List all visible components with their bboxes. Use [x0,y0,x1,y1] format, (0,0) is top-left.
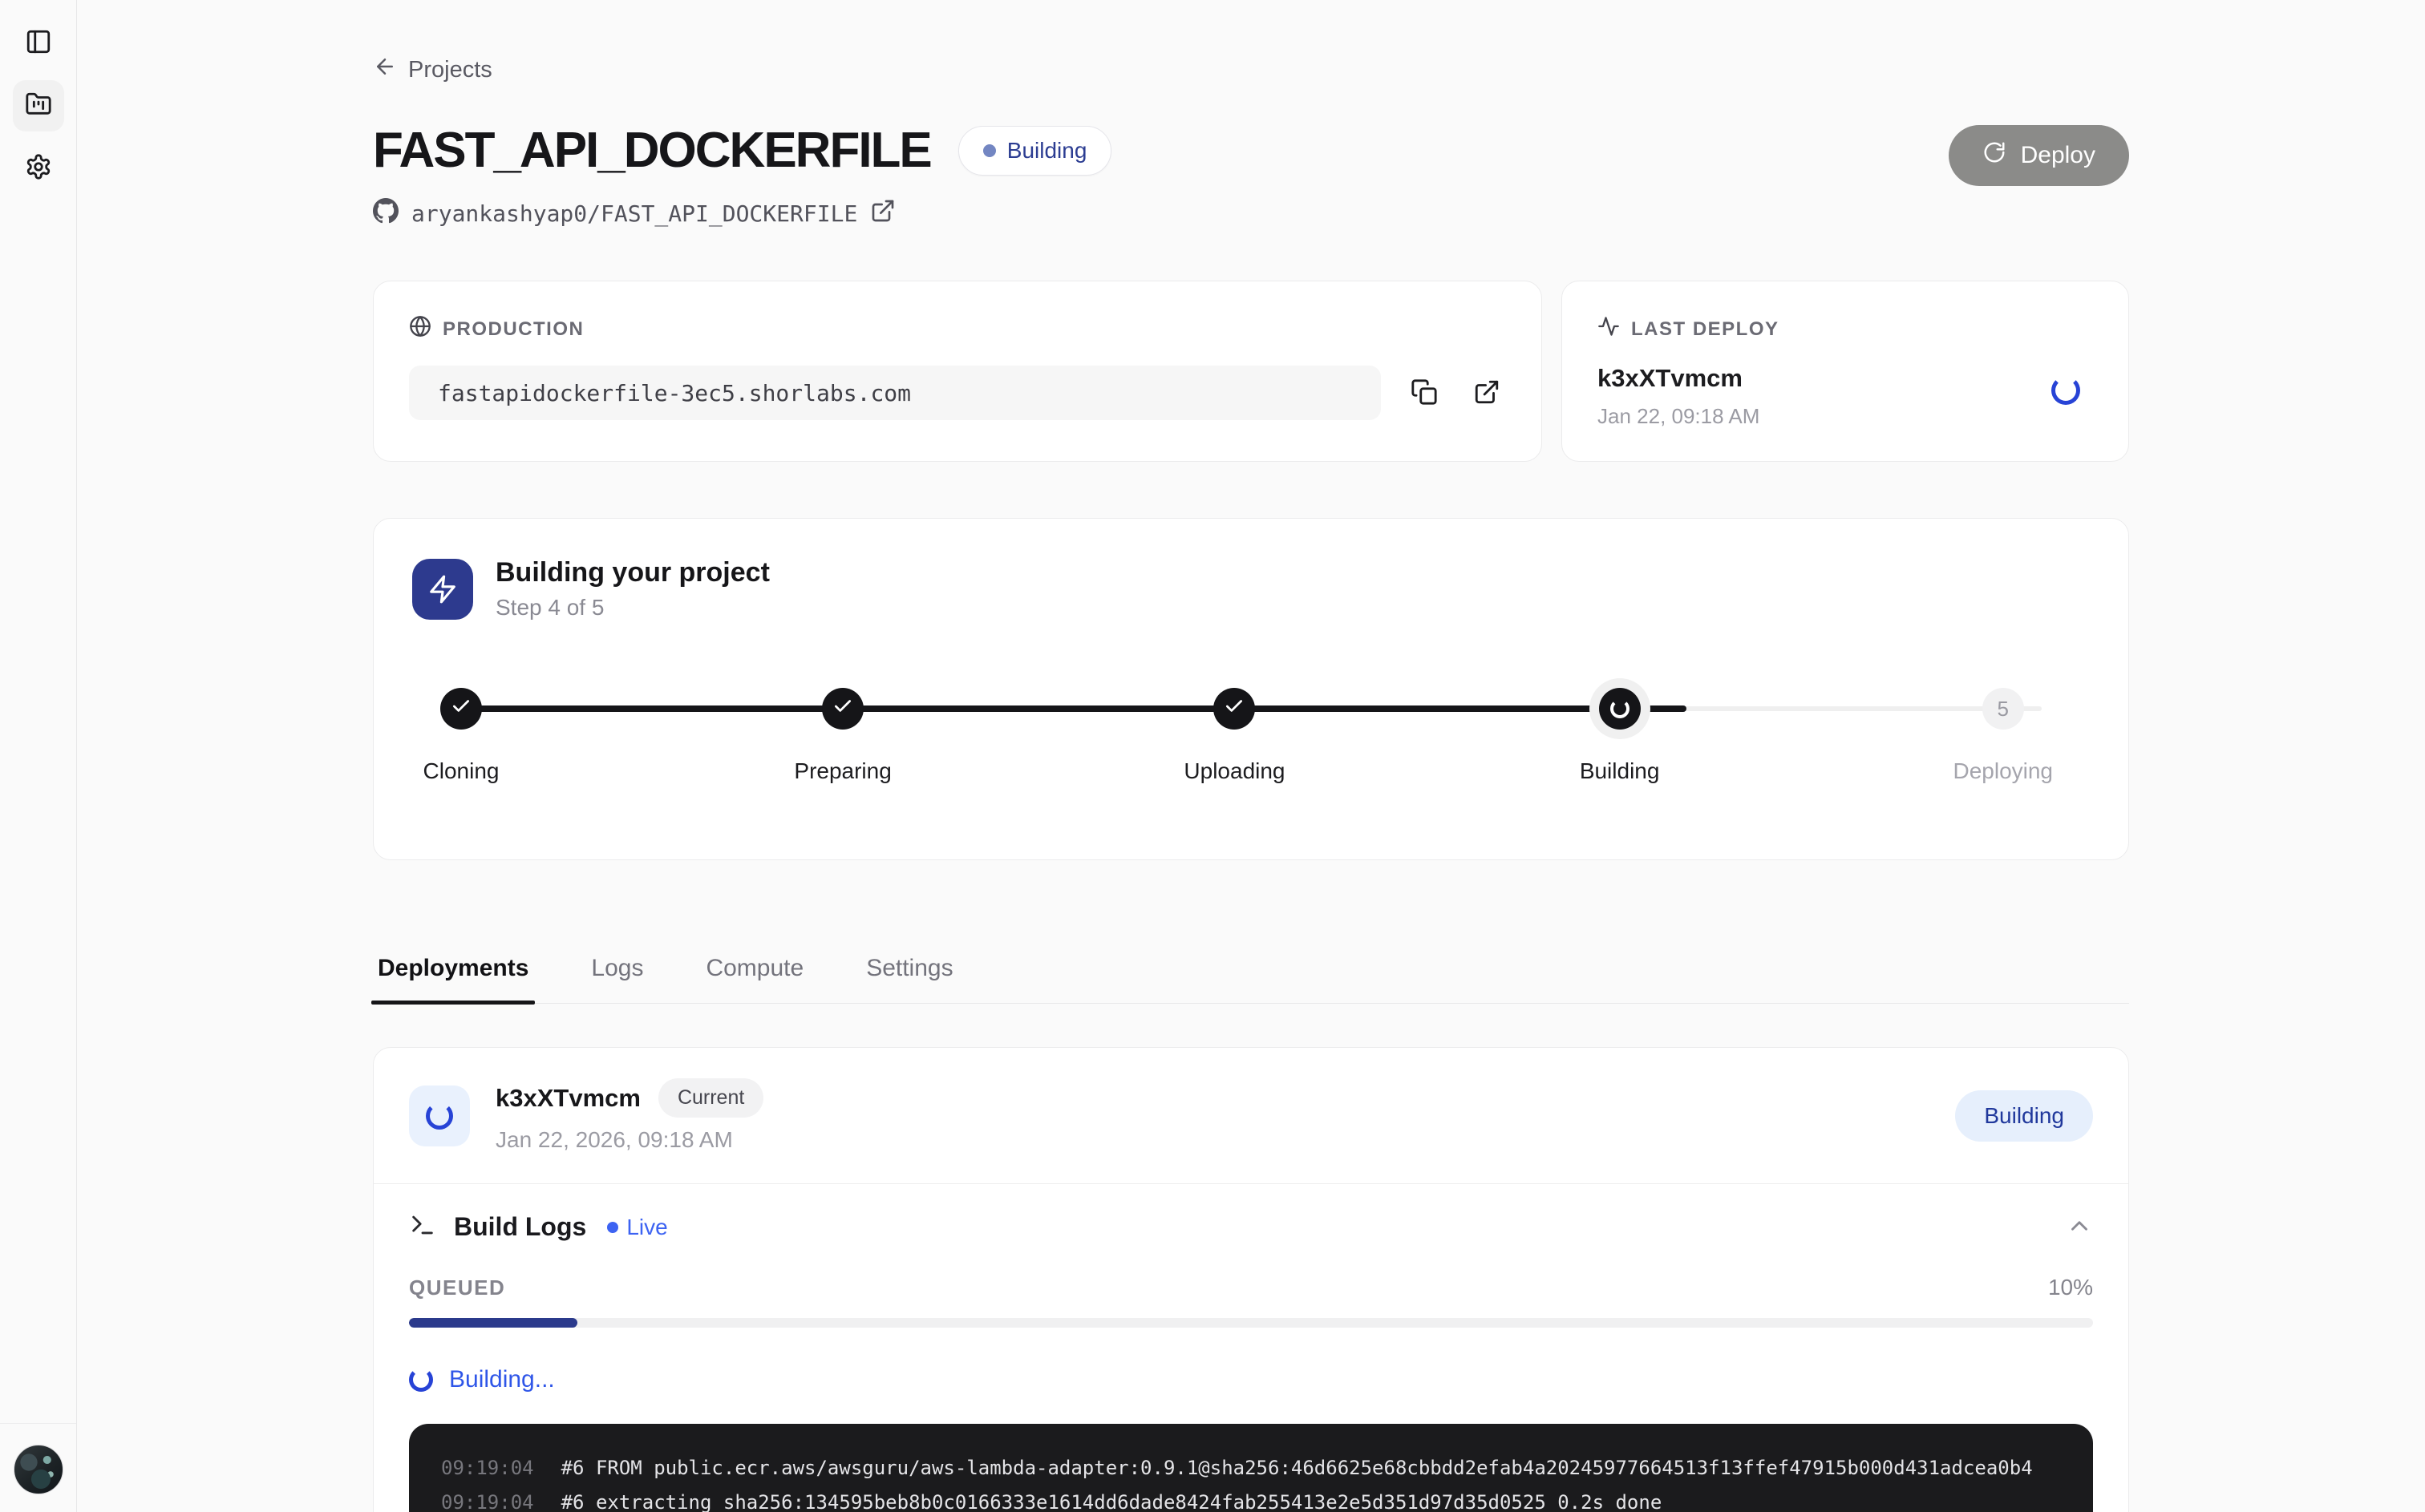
sidebar-toggle-button[interactable] [13,18,64,69]
production-card: PRODUCTION fastapidockerfile-3ec5.shorla… [373,281,1542,462]
production-label: PRODUCTION [443,318,584,341]
project-status-badge: Building [958,126,1112,176]
build-stage-label: QUEUED [409,1275,505,1300]
current-badge: Current [658,1078,763,1118]
deployment-spinner-icon [409,1085,470,1146]
last-deploy-date: Jan 22, 09:18 AM [1597,404,2093,429]
production-url: fastapidockerfile-3ec5.shorlabs.com [409,366,1381,420]
check-icon [451,696,472,722]
deployment-status-badge: Building [1955,1090,2093,1142]
check-icon [832,696,853,722]
build-log-terminal[interactable]: 09:19:04 #6 FROM public.ecr.aws/awsguru/a… [409,1424,2093,1512]
step-uploading: Uploading [1114,688,1354,784]
redeploy-icon [1982,140,2006,171]
tab-bar: Deployments Logs Compute Settings [373,942,2129,1004]
globe-icon [409,315,431,343]
build-progress-card: Building your project Step 4 of 5 Clonin… [373,518,2129,860]
deployment-date: Jan 22, 2026, 09:18 AM [496,1127,763,1153]
sidebar-item-settings[interactable] [13,143,64,194]
live-dot-icon [607,1222,618,1233]
building-status-label: Building... [449,1366,555,1393]
step-preparing: Preparing [723,688,963,784]
repo-link[interactable]: aryankashyap0/FAST_API_DOCKERFILE [373,198,1111,229]
main-content: Projects FAST_API_DOCKERFILE Building ar… [77,0,2425,1512]
tab-settings[interactable]: Settings [864,942,954,1003]
activity-icon [1597,315,1620,343]
projects-folder-icon [25,91,52,122]
sidebar-item-projects[interactable] [13,80,64,131]
step-label: Cloning [423,758,500,784]
collapse-logs-button[interactable] [2066,1212,2093,1242]
deploy-spinner-icon [2051,376,2080,405]
open-url-button[interactable] [1468,374,1506,412]
copy-icon [1411,378,1438,408]
sidebar [0,0,77,1512]
page-header: FAST_API_DOCKERFILE Building aryankashya… [373,122,2129,229]
github-icon [373,198,399,229]
tab-logs[interactable]: Logs [589,942,645,1003]
step-label: Deploying [1953,758,2053,784]
step-building: Building [1500,688,1740,784]
tab-deployments[interactable]: Deployments [376,942,530,1003]
settings-gear-icon [25,153,52,184]
repo-path: aryankashyap0/FAST_API_DOCKERFILE [411,200,857,227]
build-progress-subtitle: Step 4 of 5 [496,595,770,621]
project-title: FAST_API_DOCKERFILE [373,122,931,179]
external-link-icon [1473,378,1500,408]
build-logs-title: Build Logs [454,1212,586,1242]
live-label: Live [626,1215,667,1240]
check-icon [1224,696,1245,722]
build-steps: Cloning Preparing Uploading Building 5 D… [428,688,2074,808]
log-timestamp: 09:19:04 [441,1451,534,1486]
last-deploy-label: LAST DEPLOY [1631,318,1779,341]
build-progress-bar [409,1318,2093,1328]
status-dot-icon [983,144,996,157]
chevron-up-icon [2066,1212,2093,1242]
deployment-card: k3xXTvmcm Current Jan 22, 2026, 09:18 AM… [373,1047,2129,1512]
log-line: 09:19:04 #6 extracting sha256:134595beb8b… [441,1486,2061,1512]
status-badge-label: Building [1007,138,1087,164]
panel-left-icon [25,28,52,59]
last-deploy-card: LAST DEPLOY k3xXTvmcm Jan 22, 09:18 AM [1561,281,2129,462]
last-deploy-id: k3xXTvmcm [1597,364,2093,393]
tab-compute[interactable]: Compute [704,942,805,1003]
user-avatar[interactable] [14,1445,63,1494]
build-progress-title: Building your project [496,557,770,588]
step-label: Uploading [1184,758,1285,784]
terminal-icon [409,1211,436,1243]
external-link-icon [870,198,896,229]
copy-url-button[interactable] [1405,374,1443,412]
step-cloning: Cloning [341,688,581,784]
progress-fill [409,1318,577,1328]
step-number: 5 [1998,697,2009,722]
spinner-icon [409,1368,433,1392]
deployment-header: k3xXTvmcm Current Jan 22, 2026, 09:18 AM… [374,1048,2128,1183]
log-text: #6 extracting sha256:134595beb8b0c016633… [561,1486,1662,1512]
live-badge: Live [607,1215,667,1240]
step-label: Building [1580,758,1660,784]
deploy-button-label: Deploy [2021,142,2095,169]
build-logs-section: Build Logs Live QUEUED 10% [374,1184,2128,1512]
log-line: 09:19:04 #6 FROM public.ecr.aws/awsguru/a… [441,1451,2061,1486]
building-status-row: Building... [409,1366,2093,1393]
sidebar-footer [0,1423,76,1494]
zap-icon [412,559,473,620]
step-deploying: 5 Deploying [1883,688,2123,784]
deployment-id: k3xXTvmcm [496,1084,641,1113]
arrow-left-icon [373,55,397,85]
log-timestamp: 09:19:04 [441,1486,534,1512]
deploy-button[interactable]: Deploy [1949,125,2129,186]
breadcrumb-back-projects[interactable]: Projects [373,55,492,85]
spinner-icon [1610,699,1629,718]
log-text: #6 FROM public.ecr.aws/awsguru/aws-lambd… [561,1451,2033,1486]
breadcrumb-label: Projects [408,57,492,83]
step-label: Preparing [794,758,891,784]
build-progress-percent: 10% [2048,1275,2093,1300]
